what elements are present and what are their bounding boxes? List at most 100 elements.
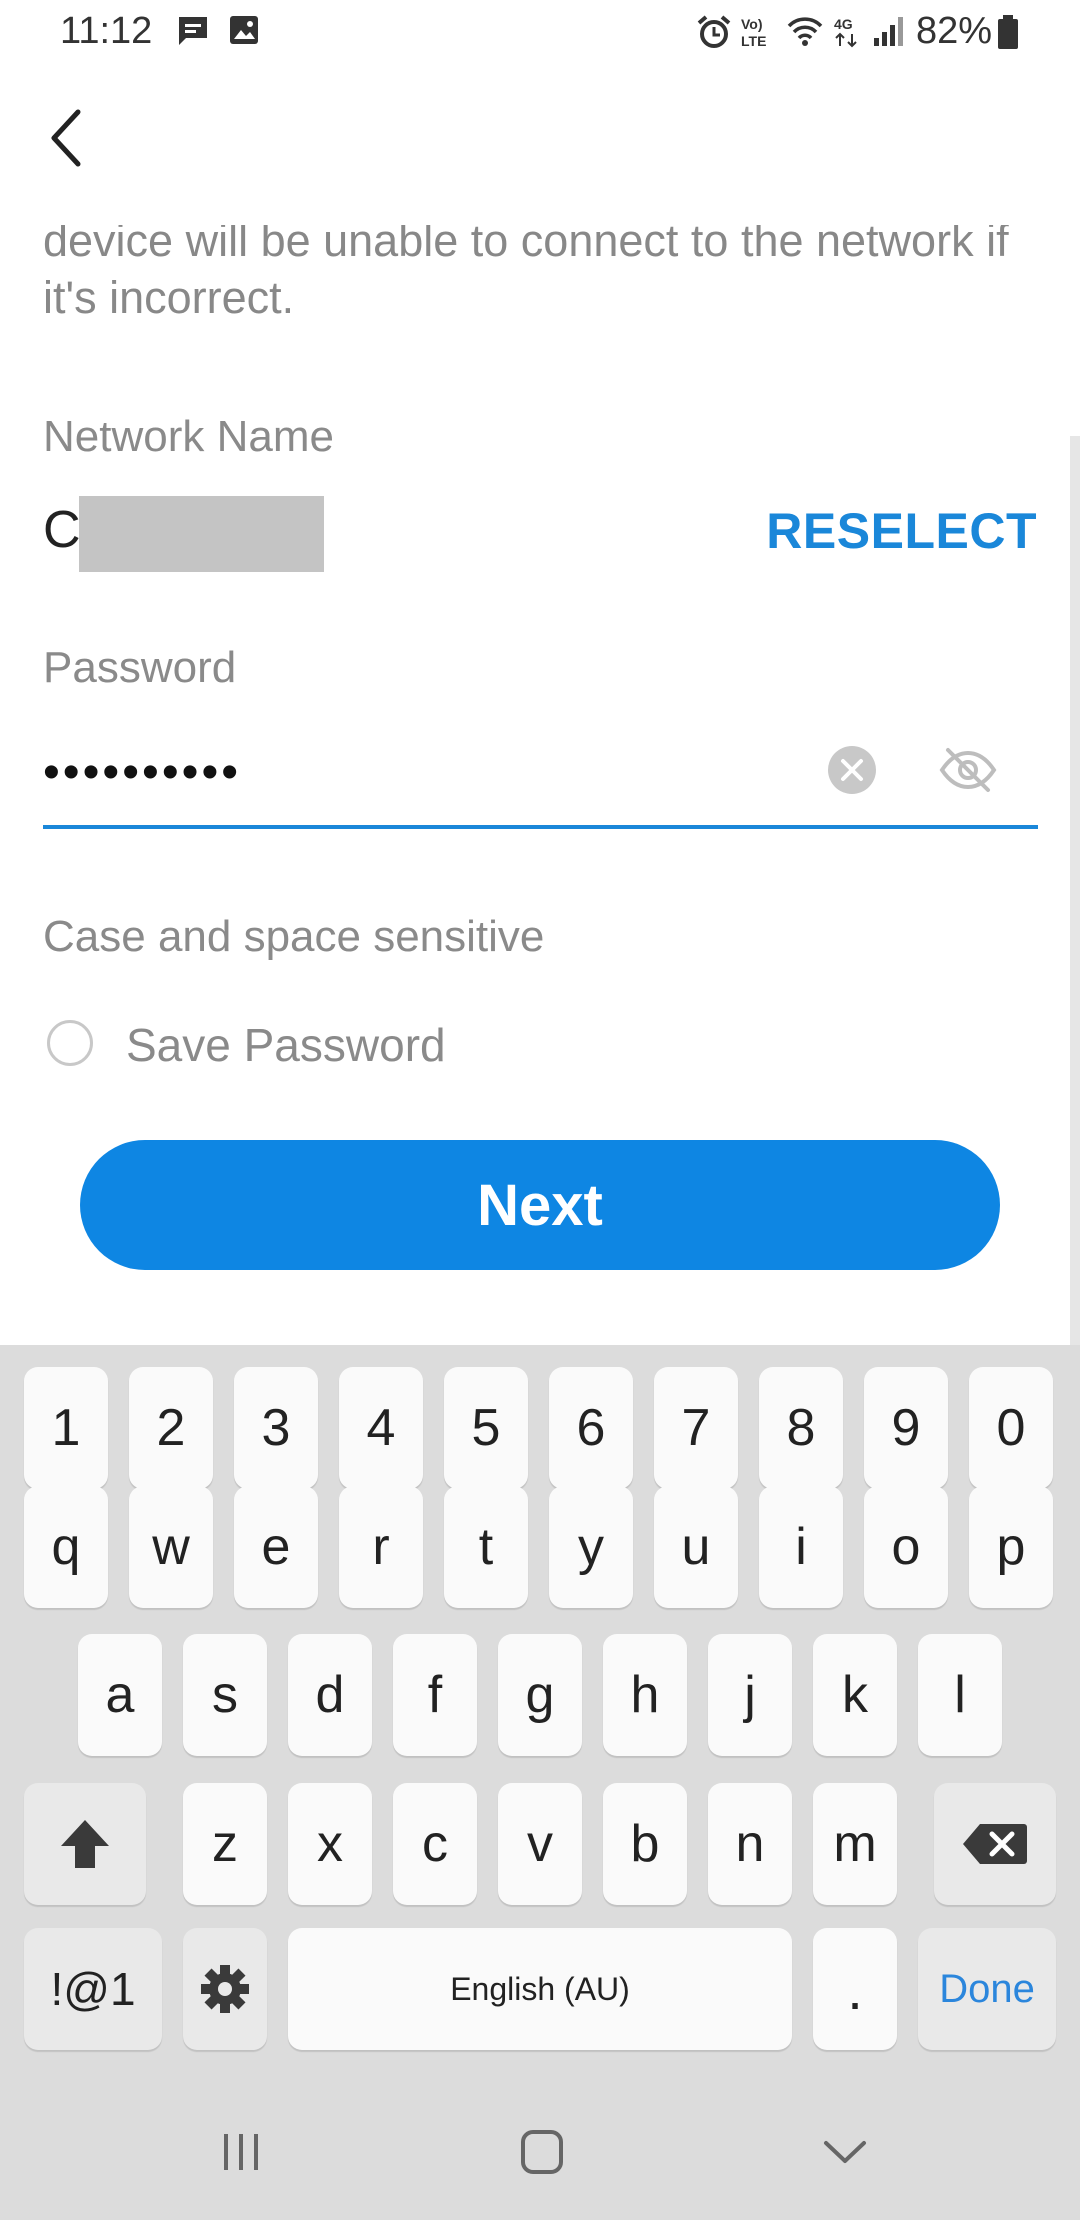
scrollbar[interactable] [1070,436,1080,1346]
key-label: g [525,1666,555,1724]
key-r[interactable]: r [339,1486,423,1608]
key-l[interactable]: l [918,1634,1002,1756]
key-9[interactable]: 9 [864,1367,948,1489]
soft-keyboard: 1 2 3 4 5 6 7 8 9 0 q w e r t y u i o p a s d f g h j k l z x c v b n m !@1 [0,1345,1080,2085]
key-label: 0 [996,1399,1026,1457]
key-g[interactable]: g [498,1634,582,1756]
key-p[interactable]: p [969,1486,1053,1608]
key-m[interactable]: m [813,1783,897,1905]
key-label: 5 [471,1399,501,1457]
keyboard-settings-key[interactable] [183,1928,267,2050]
key-label: 6 [576,1399,606,1457]
battery-percent: 82% [916,10,993,52]
key-label: y [578,1518,604,1576]
network-name-label: Network Name [43,412,334,461]
key-label: o [891,1518,921,1576]
key-x[interactable]: x [288,1783,372,1905]
back-button[interactable] [40,98,110,178]
scroll-clip [0,205,1080,225]
key-label: n [735,1815,765,1873]
key-w[interactable]: w [129,1486,213,1608]
navigation-bar [0,2085,1080,2220]
wifi-icon [787,17,823,46]
status-bar: 11:12 Vo) LTE 4G 82% [0,0,1080,64]
key-label: 3 [261,1399,291,1457]
key-q[interactable]: q [24,1486,108,1608]
4g-icon: 4G [834,16,857,48]
key-s[interactable]: s [183,1634,267,1756]
key-label: t [478,1518,494,1576]
shift-arrow-icon [61,1820,109,1868]
done-key-label: Done [939,1966,1035,2011]
key-e[interactable]: e [234,1486,318,1608]
key-0[interactable]: 0 [969,1367,1053,1489]
status-time: 11:12 [60,10,153,52]
key-label: v [527,1815,553,1873]
space-key[interactable]: English (AU) [288,1928,792,2050]
eye-slash-icon[interactable] [938,744,998,796]
key-k[interactable]: k [813,1634,897,1756]
svg-text:Vo): Vo) [741,16,763,32]
key-n[interactable]: n [708,1783,792,1905]
reselect-button[interactable]: RESELECT [766,502,1037,560]
alarm-icon [697,15,731,48]
network-name-value: C [43,501,81,559]
key-d[interactable]: d [288,1634,372,1756]
key-1[interactable]: 1 [24,1367,108,1489]
key-a[interactable]: a [78,1634,162,1756]
back-down-chevron-icon[interactable] [820,2135,870,2169]
next-button[interactable]: Next [80,1140,1000,1270]
key-label: h [630,1666,660,1724]
key-label: m [833,1815,877,1873]
key-z[interactable]: z [183,1783,267,1905]
password-underline [43,825,1038,829]
key-label: s [212,1666,238,1724]
save-password-label[interactable]: Save Password [126,1018,446,1072]
image-icon [230,16,258,44]
key-4[interactable]: 4 [339,1367,423,1489]
backspace-key[interactable] [934,1783,1056,1905]
key-5[interactable]: 5 [444,1367,528,1489]
symbols-key[interactable]: !@1 [24,1928,162,2050]
key-label: k [842,1666,868,1724]
shift-key[interactable] [24,1783,146,1905]
password-label: Password [43,643,237,692]
key-v[interactable]: v [498,1783,582,1905]
key-3[interactable]: 3 [234,1367,318,1489]
key-label: c [422,1815,448,1873]
key-2[interactable]: 2 [129,1367,213,1489]
key-label: i [795,1518,807,1576]
save-password-radio[interactable] [47,1020,93,1066]
recent-apps-icon[interactable] [218,2130,264,2174]
password-input[interactable]: •••••••••• [43,745,241,800]
key-c[interactable]: c [393,1783,477,1905]
key-t[interactable]: t [444,1486,528,1608]
redaction-mask [79,496,324,572]
key-y[interactable]: y [549,1486,633,1608]
key-label: f [427,1666,443,1724]
key-b[interactable]: b [603,1783,687,1905]
instruction-text: device will be unable to connect to the … [43,215,1009,323]
key-f[interactable]: f [393,1634,477,1756]
key-h[interactable]: h [603,1634,687,1756]
key-label: q [51,1518,81,1576]
key-label: b [630,1815,660,1873]
home-icon[interactable] [518,2127,566,2177]
done-key[interactable]: Done [918,1928,1056,2050]
key-label: 4 [366,1399,396,1457]
key-label: 1 [51,1399,81,1457]
key-i[interactable]: i [759,1486,843,1608]
symbols-key-label: !@1 [50,1963,136,2015]
key-6[interactable]: 6 [549,1367,633,1489]
clear-circle-icon[interactable] [828,746,876,794]
key-j[interactable]: j [708,1634,792,1756]
key-label: l [954,1666,966,1724]
key-label: 2 [156,1399,186,1457]
chat-icon [179,17,207,45]
key-u[interactable]: u [654,1486,738,1608]
period-key-label: . [847,1957,863,2021]
key-7[interactable]: 7 [654,1367,738,1489]
key-o[interactable]: o [864,1486,948,1608]
period-key[interactable]: . [813,1928,897,2050]
key-8[interactable]: 8 [759,1367,843,1489]
